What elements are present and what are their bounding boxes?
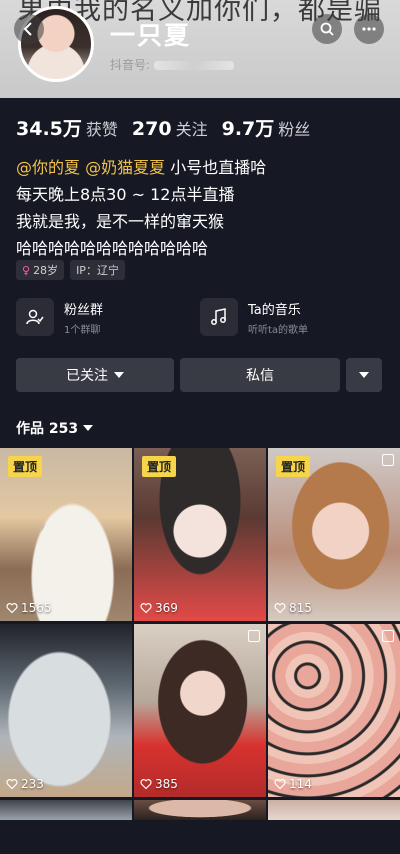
like-count-value: 369 xyxy=(155,601,178,615)
video-thumbnail[interactable] xyxy=(134,800,266,820)
like-count: 114 xyxy=(274,777,312,791)
video-thumbnail[interactable]: 385 xyxy=(134,624,266,797)
douyin-id: 抖音号: xyxy=(110,56,235,73)
more-dots-icon xyxy=(362,27,376,31)
heart-icon xyxy=(274,603,286,614)
mention-link[interactable]: @奶猫夏夏 xyxy=(85,158,165,177)
pinned-badge: 置顶 xyxy=(8,456,43,477)
video-thumbnail[interactable]: 置顶 1565 xyxy=(0,448,132,621)
like-count-value: 385 xyxy=(155,777,178,791)
stat-likes-label: 获赞 xyxy=(85,120,118,139)
pinned-badge: 置顶 xyxy=(142,456,177,477)
bio-line: 每天晚上8点30 ~ 12点半直播 xyxy=(16,185,235,204)
stat-following[interactable]: 270 关注 xyxy=(132,116,208,140)
bio-line: 我就是我，是不一样的窜天猴 xyxy=(16,212,225,231)
heart-icon xyxy=(140,779,152,790)
like-count: 369 xyxy=(140,601,178,615)
like-count: 1565 xyxy=(6,601,52,615)
profile-panel: 34.5万 获赞 270 关注 9.7万 粉丝 @你的夏 @奶猫夏夏 小号也直播… xyxy=(0,98,400,854)
back-button[interactable] xyxy=(14,14,44,44)
following-label: 已关注 xyxy=(66,368,108,384)
like-count: 233 xyxy=(6,777,44,791)
like-count: 815 xyxy=(274,601,312,615)
ip-label: IP：辽宁 xyxy=(76,264,119,277)
music-card[interactable]: Ta的音乐 听听ta的歌单 xyxy=(200,298,384,336)
heart-icon xyxy=(6,603,18,614)
multi-image-icon xyxy=(382,454,394,466)
music-title: Ta的音乐 xyxy=(248,302,301,318)
video-thumbnail[interactable] xyxy=(268,800,400,820)
video-thumbnail[interactable]: 114 xyxy=(268,624,400,797)
stat-following-num: 270 xyxy=(131,118,172,140)
like-count-value: 233 xyxy=(21,777,44,791)
heart-icon xyxy=(6,779,18,790)
douyin-id-label: 抖音号: xyxy=(110,58,151,72)
works-tab[interactable]: 作品 253 xyxy=(16,418,94,438)
fan-group-title: 粉丝群 xyxy=(64,302,104,318)
like-count-value: 114 xyxy=(289,777,312,791)
more-button[interactable] xyxy=(354,14,384,44)
stat-following-label: 关注 xyxy=(175,120,208,139)
stat-followers-num: 9.7万 xyxy=(221,118,275,140)
video-thumbnail[interactable]: 置顶 369 xyxy=(134,448,266,621)
feature-cards: 粉丝群 1个群聊 Ta的音乐 听听ta的歌单 xyxy=(16,298,384,336)
search-icon xyxy=(320,22,334,36)
more-actions-button[interactable] xyxy=(346,358,382,392)
like-count: 385 xyxy=(140,777,178,791)
fan-group-card[interactable]: 粉丝群 1个群聊 xyxy=(16,298,200,336)
username: 一只夏 xyxy=(110,21,192,50)
video-thumbnail[interactable]: 233 xyxy=(0,624,132,797)
like-count-value: 1565 xyxy=(21,601,52,615)
music-sub: 听听ta的歌单 xyxy=(248,324,309,336)
pinned-badge: 置顶 xyxy=(276,456,311,477)
fan-group-sub: 1个群聊 xyxy=(64,324,101,336)
mention-link[interactable]: @你的夏 xyxy=(16,158,80,177)
stat-followers-label: 粉丝 xyxy=(278,120,311,139)
video-grid: 置顶 1565 置顶 369 置顶 815 233 385 114 xyxy=(0,448,400,820)
age-label: 28岁 xyxy=(33,264,59,277)
video-thumbnail[interactable]: 置顶 815 xyxy=(268,448,400,621)
ip-tag: IP：辽宁 xyxy=(70,260,125,280)
caret-down-icon xyxy=(359,372,369,378)
music-note-icon xyxy=(200,298,238,336)
caret-down-icon xyxy=(114,372,124,378)
multi-image-icon xyxy=(248,630,260,642)
heart-icon xyxy=(140,603,152,614)
multi-image-icon xyxy=(382,630,394,642)
tags-row: ♀ 28岁 IP：辽宁 xyxy=(16,260,125,280)
stat-followers[interactable]: 9.7万 粉丝 xyxy=(222,114,311,141)
chevron-left-icon xyxy=(23,22,32,36)
message-label: 私信 xyxy=(246,368,274,384)
search-button[interactable] xyxy=(312,14,342,44)
bio-line: 小号也直播哈 xyxy=(165,158,267,177)
douyin-id-masked xyxy=(154,61,235,70)
female-icon: ♀ xyxy=(22,263,31,277)
caret-down-icon xyxy=(83,425,94,431)
age-tag: ♀ 28岁 xyxy=(16,260,65,280)
video-thumbnail[interactable] xyxy=(0,800,132,820)
works-label: 作品 253 xyxy=(16,421,79,437)
heart-icon xyxy=(274,779,286,790)
following-button[interactable]: 已关注 xyxy=(16,358,174,392)
like-count-value: 815 xyxy=(289,601,312,615)
bio-line: 哈哈哈哈哈哈哈哈哈哈哈哈 xyxy=(16,239,209,258)
stat-likes: 34.5万 获赞 xyxy=(16,114,118,141)
stats-row: 34.5万 获赞 270 关注 9.7万 粉丝 xyxy=(16,114,310,141)
fan-group-icon xyxy=(16,298,54,336)
stat-likes-num: 34.5万 xyxy=(16,118,82,140)
action-buttons: 已关注 私信 xyxy=(16,358,382,392)
message-button[interactable]: 私信 xyxy=(180,358,340,392)
bio: @你的夏 @奶猫夏夏 小号也直播哈 每天晚上8点30 ~ 12点半直播 我就是我… xyxy=(16,154,266,262)
